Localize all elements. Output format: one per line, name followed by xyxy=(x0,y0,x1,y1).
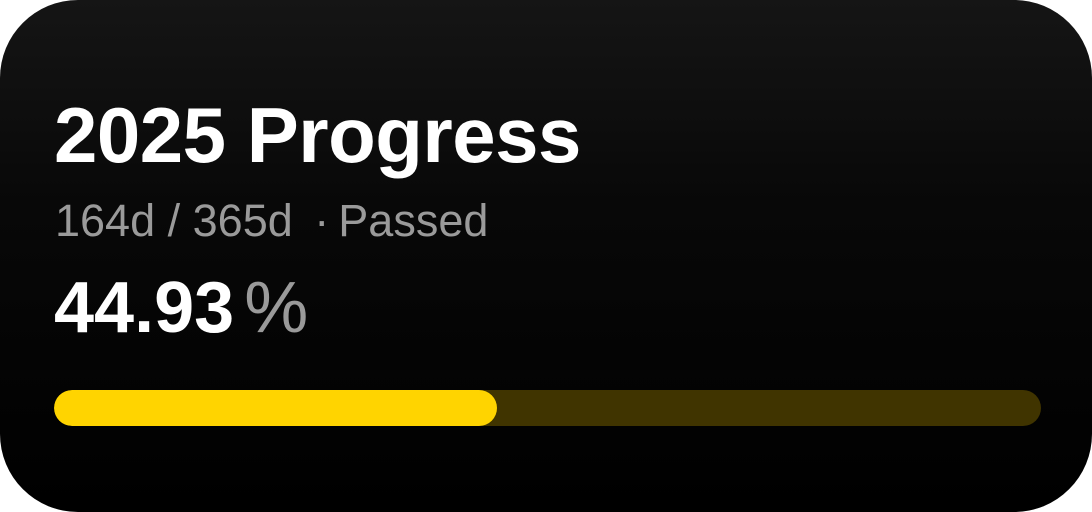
status-label: Passed xyxy=(338,195,489,246)
dot-separator: · xyxy=(314,195,330,246)
slash-separator: / xyxy=(167,195,181,246)
year-progress-widget: 2025 Progress 164d / 365d · Passed 44.93% xyxy=(0,0,1092,512)
days-total: 365d xyxy=(192,195,293,246)
percent-unit: % xyxy=(244,268,309,348)
percent-readout: 44.93% xyxy=(54,272,308,344)
days-summary: 164d / 365d · Passed xyxy=(55,198,488,243)
days-passed: 164d xyxy=(55,195,156,246)
progress-fill xyxy=(54,390,498,426)
widget-title: 2025 Progress xyxy=(54,91,581,179)
percent-value: 44.93 xyxy=(54,268,235,348)
progress-track xyxy=(54,390,1041,426)
